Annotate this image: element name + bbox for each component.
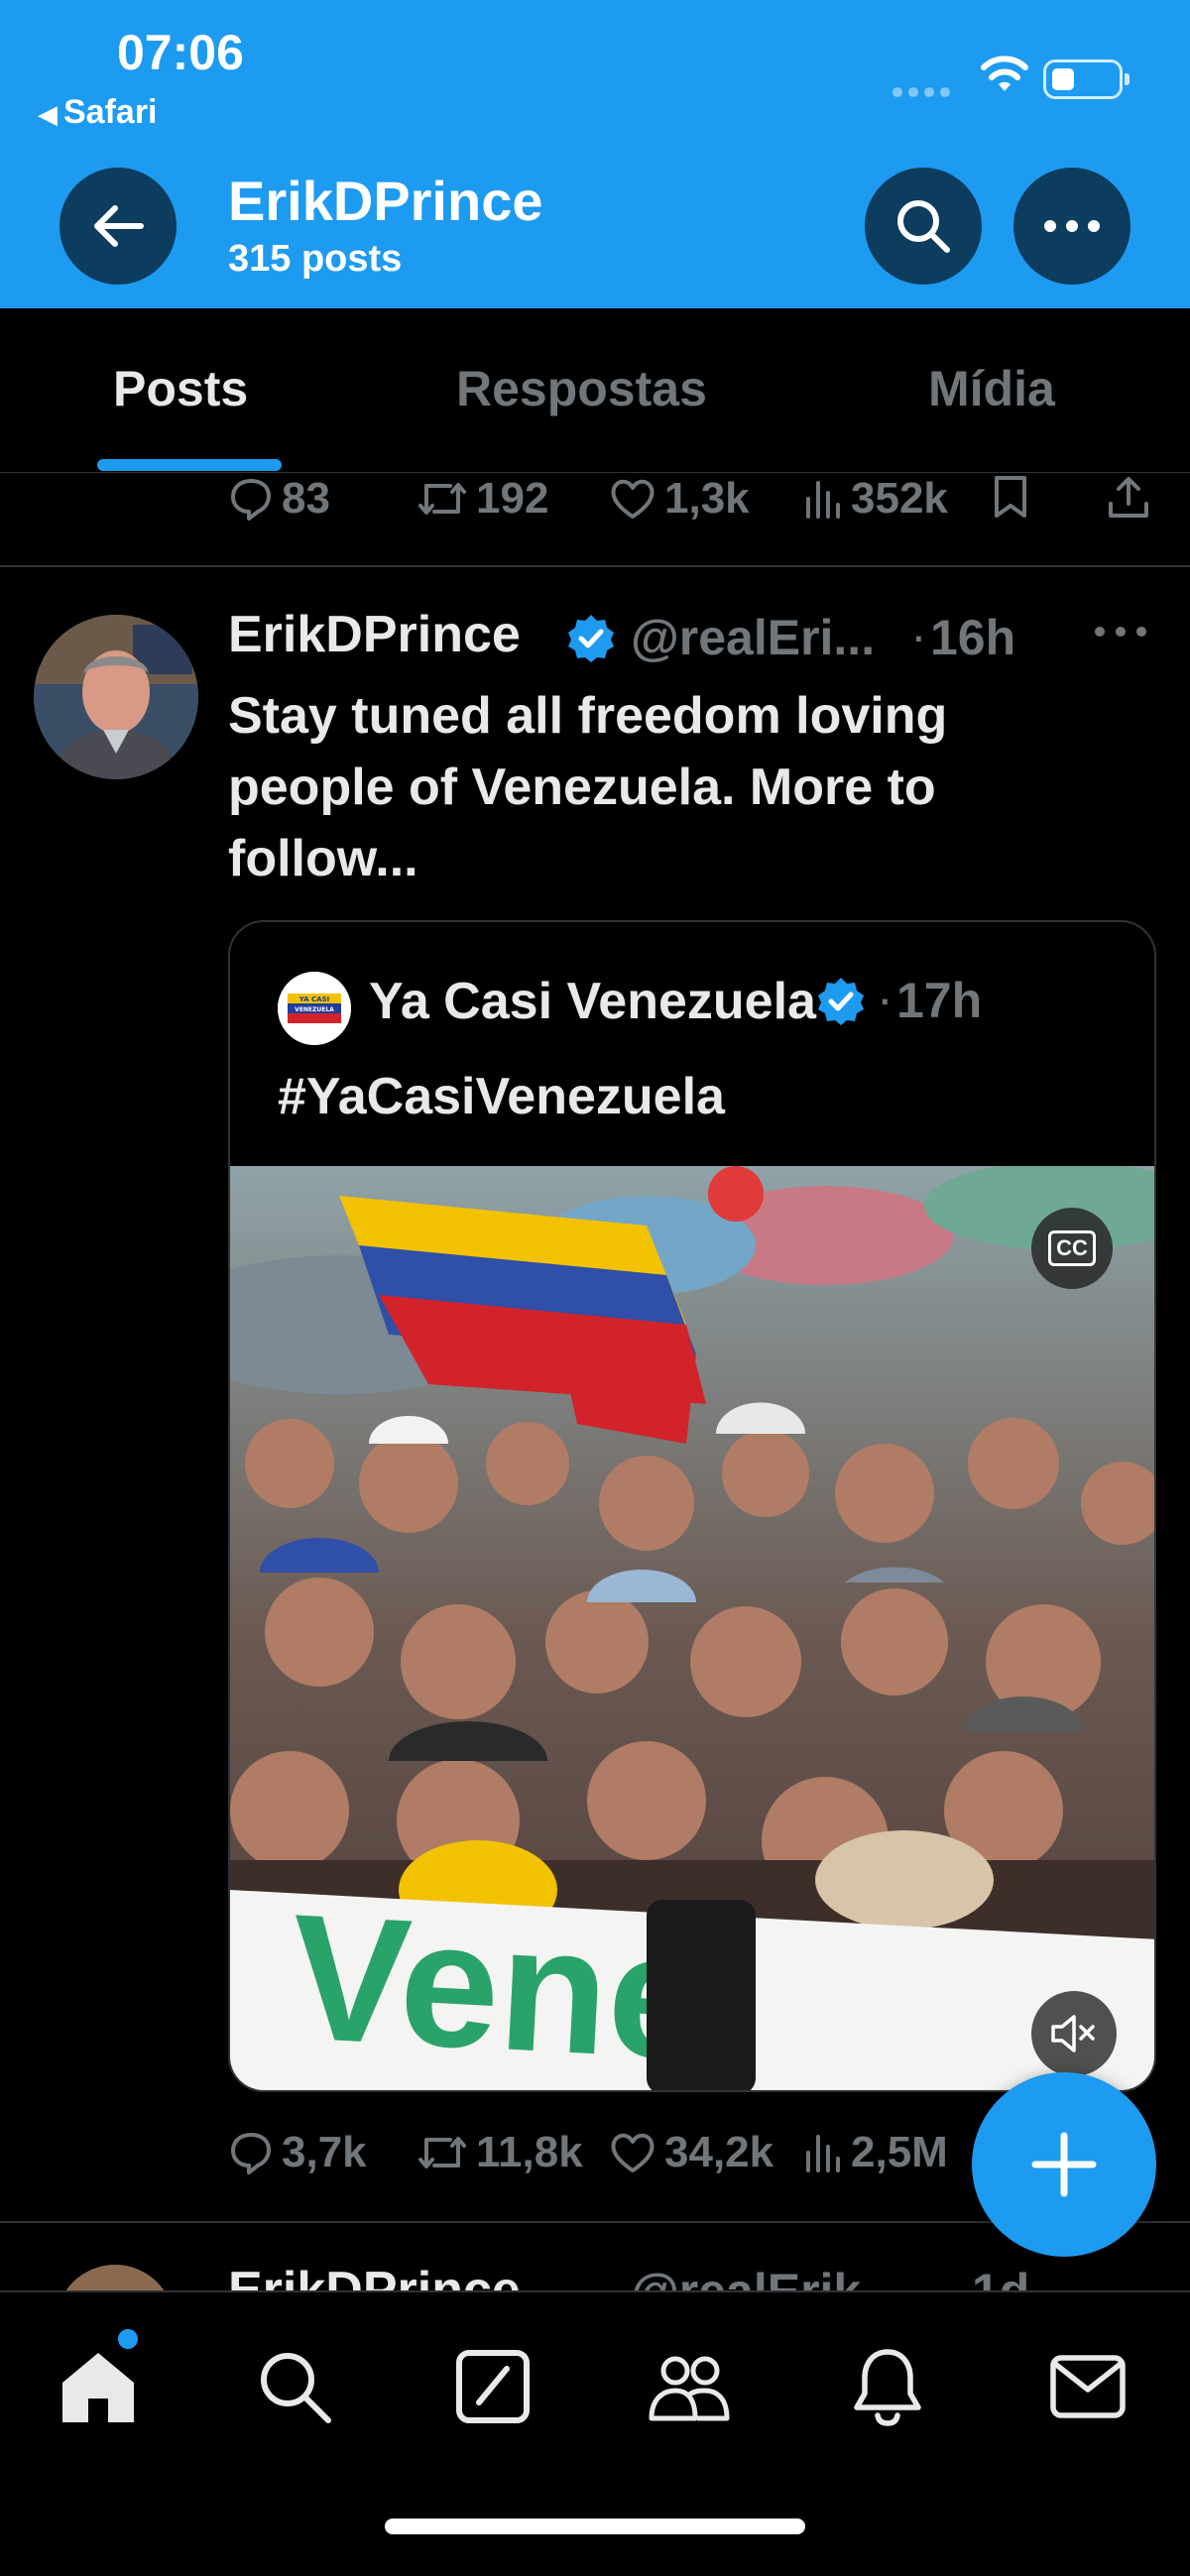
nav-communities[interactable] — [645, 2342, 734, 2431]
quote-time: 17h — [896, 973, 983, 1028]
next-author-name: ErikDPrince — [228, 2262, 521, 2290]
home-badge — [115, 2326, 141, 2352]
tweet-repost-button[interactable]: 11,8k — [416, 2128, 583, 2177]
profile-name: ErikDPrince — [228, 170, 543, 232]
mute-button[interactable] — [1031, 1991, 1117, 2076]
bookmark-icon — [995, 476, 1026, 518]
cellular-signal-icon — [892, 87, 950, 97]
communities-icon — [649, 2356, 730, 2421]
tab-replies[interactable]: Respostas — [456, 360, 707, 417]
like-count: 1,3k — [664, 474, 750, 523]
repost-button[interactable]: 192 — [416, 474, 548, 524]
active-tab-indicator — [97, 459, 282, 471]
quote-verified-badge-icon — [818, 978, 864, 1025]
reply-count: 83 — [282, 474, 330, 523]
reply-icon — [231, 2133, 271, 2174]
previous-post-actions: 83 192 1,3k 352k — [228, 474, 1160, 533]
home-icon — [62, 2353, 134, 2422]
wifi-icon — [981, 56, 1028, 91]
status-indicators — [892, 52, 1130, 103]
status-time: 07:06 — [117, 25, 244, 80]
tweet-reply-count: 3,7k — [282, 2128, 367, 2176]
tweet-views-button[interactable]: 2,5M — [803, 2128, 948, 2177]
heart-icon — [611, 479, 654, 519]
views-button[interactable]: 352k — [803, 474, 948, 524]
more-options-button[interactable] — [1013, 168, 1130, 285]
views-count: 352k — [851, 474, 948, 523]
avatar-photo — [34, 615, 198, 779]
quote-video[interactable]: Vene CC — [230, 1166, 1154, 2090]
profile-header: 07:06 ◀ Safari ErikDPrince 315 posts — [0, 0, 1190, 308]
next-time: 1d — [972, 2263, 1029, 2290]
tweet-handle[interactable]: @realEri... — [631, 609, 875, 666]
views-icon — [806, 2135, 840, 2172]
tweet-text: Stay tuned all freedom loving people of … — [228, 687, 948, 887]
next-author-avatar — [56, 2265, 175, 2290]
captions-button[interactable]: CC — [1031, 1208, 1113, 1289]
post-count: 315 posts — [228, 238, 403, 280]
search-button[interactable] — [865, 168, 982, 285]
repost-count: 192 — [476, 474, 549, 523]
post-divider — [0, 565, 1190, 567]
quoted-tweet-card[interactable]: YA CASI VENEZUELA Ya Casi Venezuela · 17… — [228, 920, 1156, 2092]
like-button[interactable]: 1,3k — [609, 474, 750, 524]
compose-icon — [456, 2350, 530, 2423]
reply-icon — [231, 479, 271, 521]
heart-icon — [611, 2133, 654, 2172]
search-icon — [261, 2353, 331, 2423]
quote-author-logo: YA CASI VENEZUELA — [278, 972, 351, 1045]
tweet-views-count: 2,5M — [851, 2128, 948, 2176]
more-horizontal-icon — [1044, 220, 1100, 232]
nav-home[interactable] — [54, 2342, 143, 2431]
profile-tabs: Posts Respostas Mídia — [0, 308, 1190, 473]
next-handle: @realErik — [631, 2263, 861, 2290]
tweet-time[interactable]: 16h — [930, 609, 1015, 666]
back-triangle-icon: ◀ — [38, 99, 58, 129]
video-frame-crowd: Vene — [230, 1166, 1154, 2090]
tweet-like-button[interactable]: 34,2k — [609, 2128, 774, 2177]
tab-media[interactable]: Mídia — [928, 360, 1055, 417]
bookmark-button[interactable] — [992, 474, 1029, 520]
tweet-reply-button[interactable]: 3,7k — [228, 2128, 367, 2177]
share-icon — [1109, 477, 1148, 518]
reply-button[interactable]: 83 — [228, 474, 330, 524]
tab-posts[interactable]: Posts — [113, 360, 248, 417]
separator-dot: · — [910, 608, 927, 663]
svg-text:VENEZUELA: VENEZUELA — [295, 1006, 334, 1013]
share-button[interactable] — [1107, 474, 1150, 520]
author-avatar[interactable] — [34, 615, 198, 779]
muted-speaker-icon — [1051, 2015, 1095, 2052]
tweet-more-icon[interactable] — [1093, 625, 1148, 639]
home-indicator-bar — [385, 2518, 805, 2534]
cc-label: CC — [1048, 1230, 1096, 1266]
messages-icon — [1050, 2355, 1126, 2418]
ya-casi-logo: YA CASI VENEZUELA — [278, 972, 351, 1045]
plus-icon — [1031, 2132, 1097, 2197]
nav-notifications[interactable] — [843, 2342, 932, 2431]
tweet-header: ErikDPrince @realEri... · 16h — [228, 605, 1160, 674]
arrow-left-icon — [94, 205, 144, 247]
tweet-repost-count: 11,8k — [476, 2128, 583, 2176]
battery-icon — [1043, 59, 1130, 99]
svg-text:YA CASI: YA CASI — [298, 995, 329, 1003]
nav-messages[interactable] — [1043, 2342, 1132, 2431]
nav-search[interactable] — [250, 2342, 339, 2431]
search-icon — [897, 200, 950, 253]
compose-fab-button[interactable] — [972, 2072, 1156, 2257]
quote-hashtag[interactable]: #YaCasiVenezuela — [278, 1067, 725, 1126]
quote-separator: · — [877, 971, 893, 1026]
tweet-like-count: 34,2k — [664, 2128, 774, 2176]
quote-author-name: Ya Casi Venezuela — [369, 973, 816, 1030]
repost-icon — [418, 483, 466, 515]
tweet-author-name[interactable]: ErikDPrince — [228, 605, 521, 664]
views-icon — [806, 481, 840, 519]
notifications-icon — [854, 2349, 921, 2426]
back-button[interactable] — [60, 168, 177, 285]
nav-compose[interactable] — [448, 2342, 537, 2431]
repost-icon — [418, 2137, 466, 2168]
back-app-label: Safari — [63, 93, 158, 131]
verified-badge-icon — [568, 615, 614, 662]
back-to-safari-link[interactable]: ◀ Safari — [38, 93, 158, 132]
